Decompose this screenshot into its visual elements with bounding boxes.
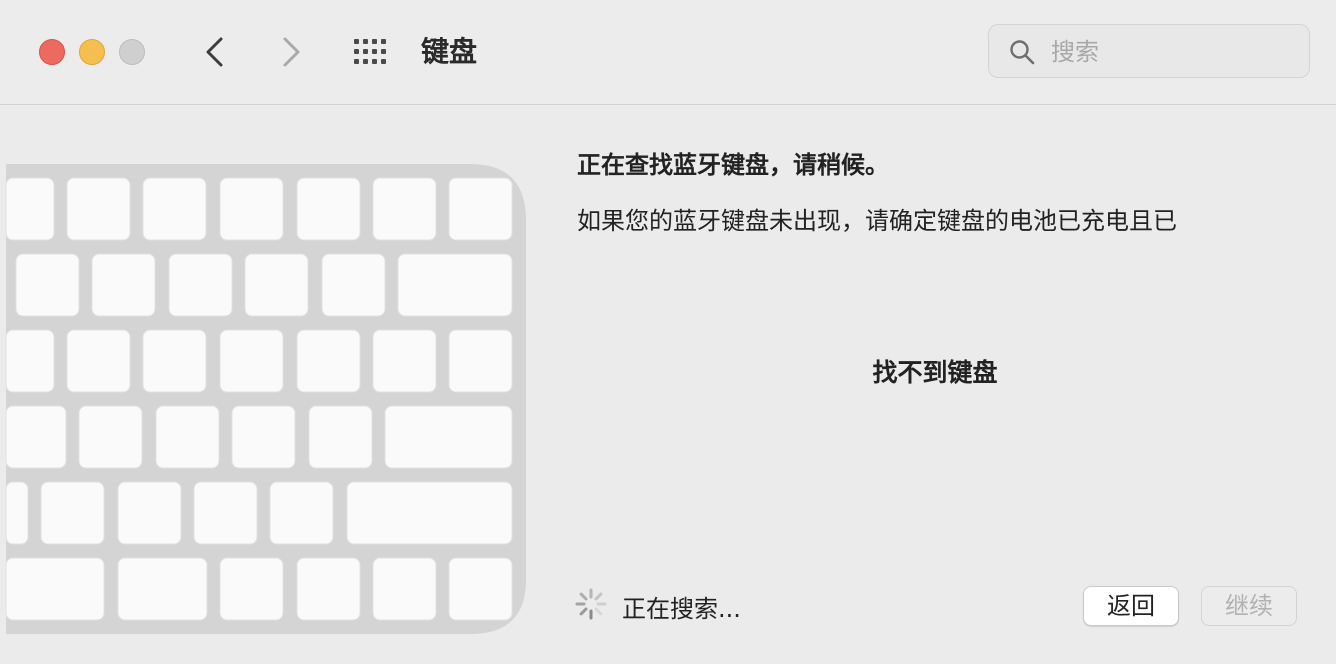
search-icon xyxy=(1010,40,1035,65)
grid-icon xyxy=(354,39,386,64)
spinner-icon xyxy=(575,588,607,620)
search-status: 正在搜索... xyxy=(622,595,741,623)
show-all-button[interactable] xyxy=(353,38,391,66)
zoom-button[interactable] xyxy=(119,39,145,65)
back-button[interactable]: 返回 xyxy=(1083,586,1179,626)
toolbar: 键盘 xyxy=(0,0,1336,105)
close-button[interactable] xyxy=(39,39,65,65)
back-nav-button[interactable] xyxy=(200,32,230,72)
chevron-right-icon xyxy=(283,37,300,67)
forward-nav-button[interactable] xyxy=(276,32,306,72)
searching-heading: 正在查找蓝牙键盘，请稍候。 xyxy=(577,151,889,179)
search-field[interactable] xyxy=(988,24,1310,78)
keyboard-illustration xyxy=(5,164,526,634)
no-keyboard-message: 找不到键盘 xyxy=(872,358,998,387)
minimize-button[interactable] xyxy=(79,39,105,65)
chevron-left-icon xyxy=(206,37,223,67)
continue-button[interactable]: 继续 xyxy=(1201,586,1297,626)
instructions-text: 如果您的蓝牙键盘未出现，请确定键盘的电池已充电且已 xyxy=(577,207,1177,235)
window-title: 键盘 xyxy=(421,35,478,68)
search-input[interactable] xyxy=(1049,35,1293,69)
preferences-window: 键盘 搜索 正在查找蓝牙键盘，请稍候。 如果您的蓝牙键盘未出现，请确定键盘的电池… xyxy=(0,0,1336,664)
